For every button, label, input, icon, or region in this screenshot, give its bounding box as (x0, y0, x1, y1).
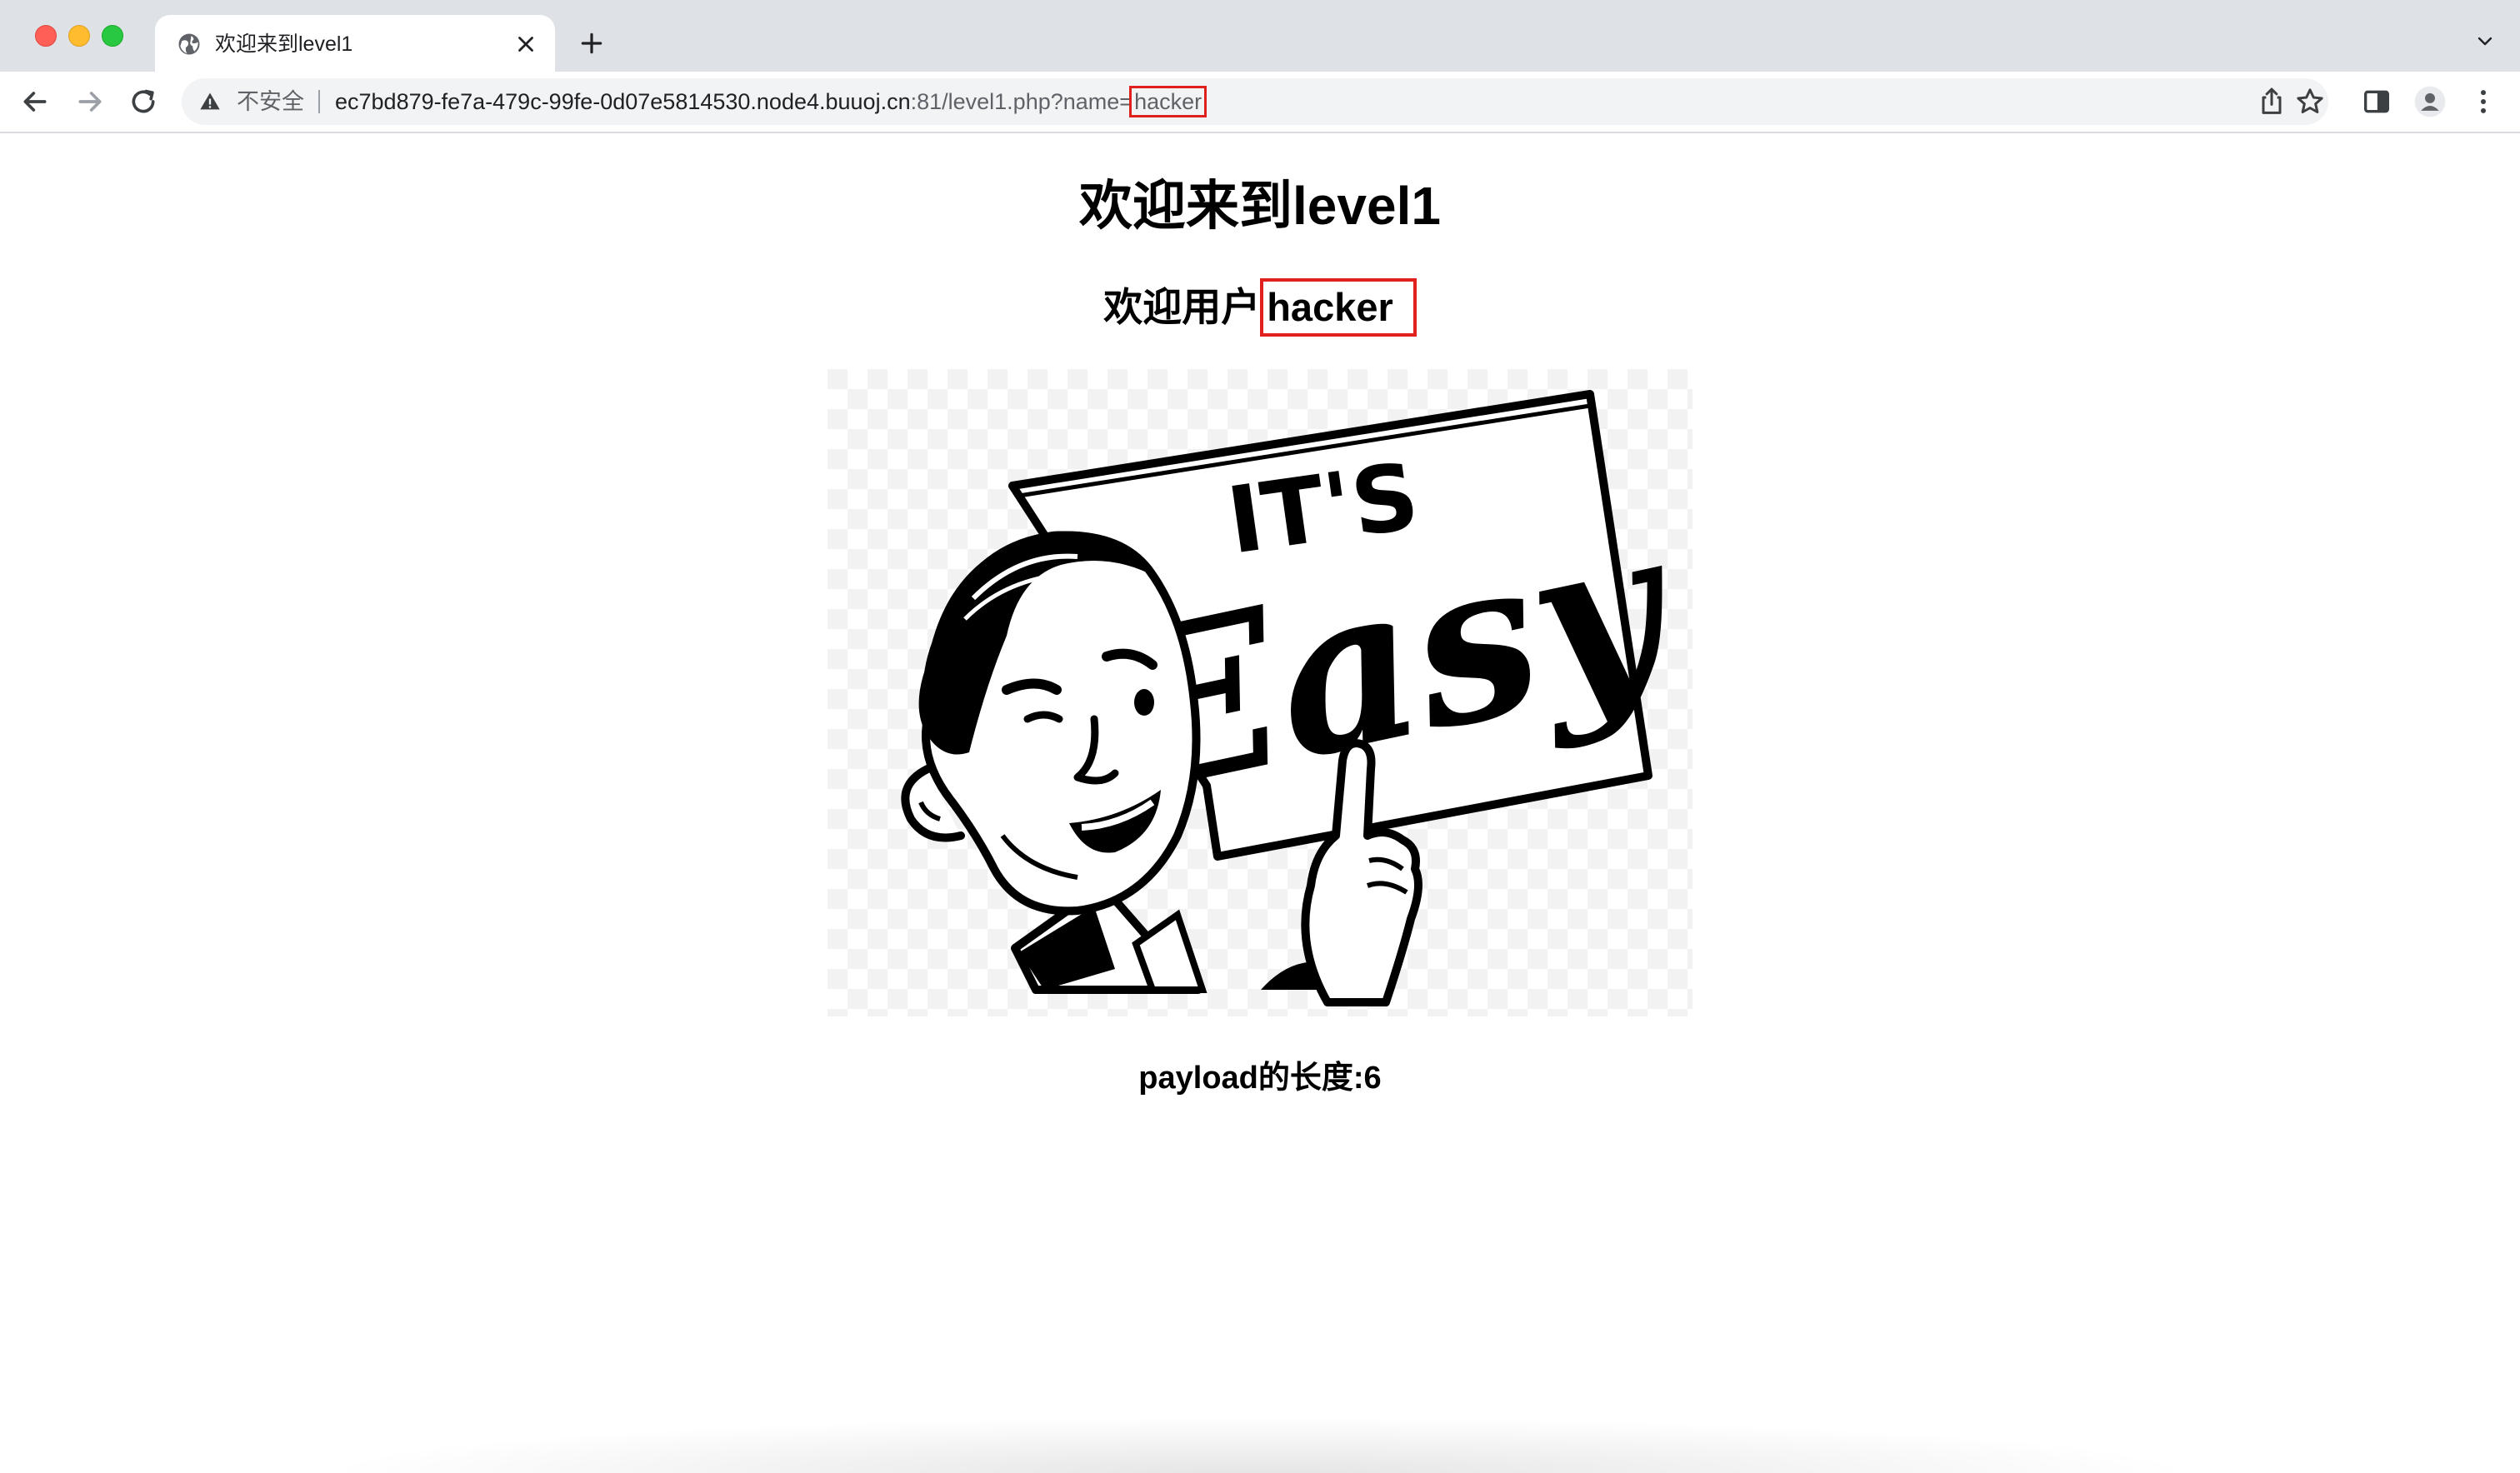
tab-title: 欢迎来到level1 (215, 32, 353, 56)
welcome-heading: 欢迎用户 hacker (0, 278, 2520, 337)
address-bar[interactable]: 不安全 ec7bd879-fe7a-479c-99fe-0d07e5814530… (182, 78, 2328, 125)
profile-avatar-icon[interactable] (2413, 85, 2447, 118)
welcome-prefix: 欢迎用户 (1103, 285, 1261, 329)
window-bottom-shadow (317, 1416, 2200, 1473)
warning-icon[interactable] (198, 90, 222, 113)
star-icon[interactable] (2293, 85, 2327, 118)
more-menu-icon[interactable] (2467, 85, 2500, 118)
forward-arrow-icon[interactable] (73, 85, 107, 118)
page-title: 欢迎来到level1 (1079, 176, 1441, 236)
minimize-window-button[interactable] (68, 25, 90, 47)
its-easy-cartoon-image: IT'S Easy (828, 369, 1692, 1016)
share-icon[interactable] (2255, 85, 2288, 118)
fullscreen-window-button[interactable] (102, 25, 123, 47)
url-path: :81/level1.php?name= (910, 89, 1133, 114)
url-text[interactable]: ec7bd879-fe7a-479c-99fe-0d07e5814530.nod… (335, 86, 1208, 117)
close-window-button[interactable] (35, 25, 57, 47)
url-param-value: hacker (1129, 86, 1208, 117)
tab-active[interactable]: 欢迎来到level1 (155, 15, 555, 72)
tab-strip: 欢迎来到level1 (0, 0, 2520, 72)
omnibox-divider (318, 90, 320, 113)
globe-icon (178, 33, 200, 55)
reload-icon[interactable] (127, 85, 160, 118)
back-arrow-icon[interactable] (18, 85, 52, 118)
browser-toolbar: 不安全 ec7bd879-fe7a-479c-99fe-0d07e5814530… (0, 72, 2520, 133)
new-tab-icon[interactable] (578, 30, 605, 57)
not-secure-label[interactable]: 不安全 (237, 87, 304, 116)
chevron-down-icon[interactable] (2473, 32, 2497, 52)
payload-length-text: payload的长度:6 (1138, 1061, 1382, 1096)
close-tab-icon[interactable] (513, 32, 538, 57)
side-panel-icon[interactable] (2360, 85, 2393, 118)
url-host: ec7bd879-fe7a-479c-99fe-0d07e5814530.nod… (335, 89, 911, 114)
username-highlight: hacker (1260, 278, 1417, 337)
